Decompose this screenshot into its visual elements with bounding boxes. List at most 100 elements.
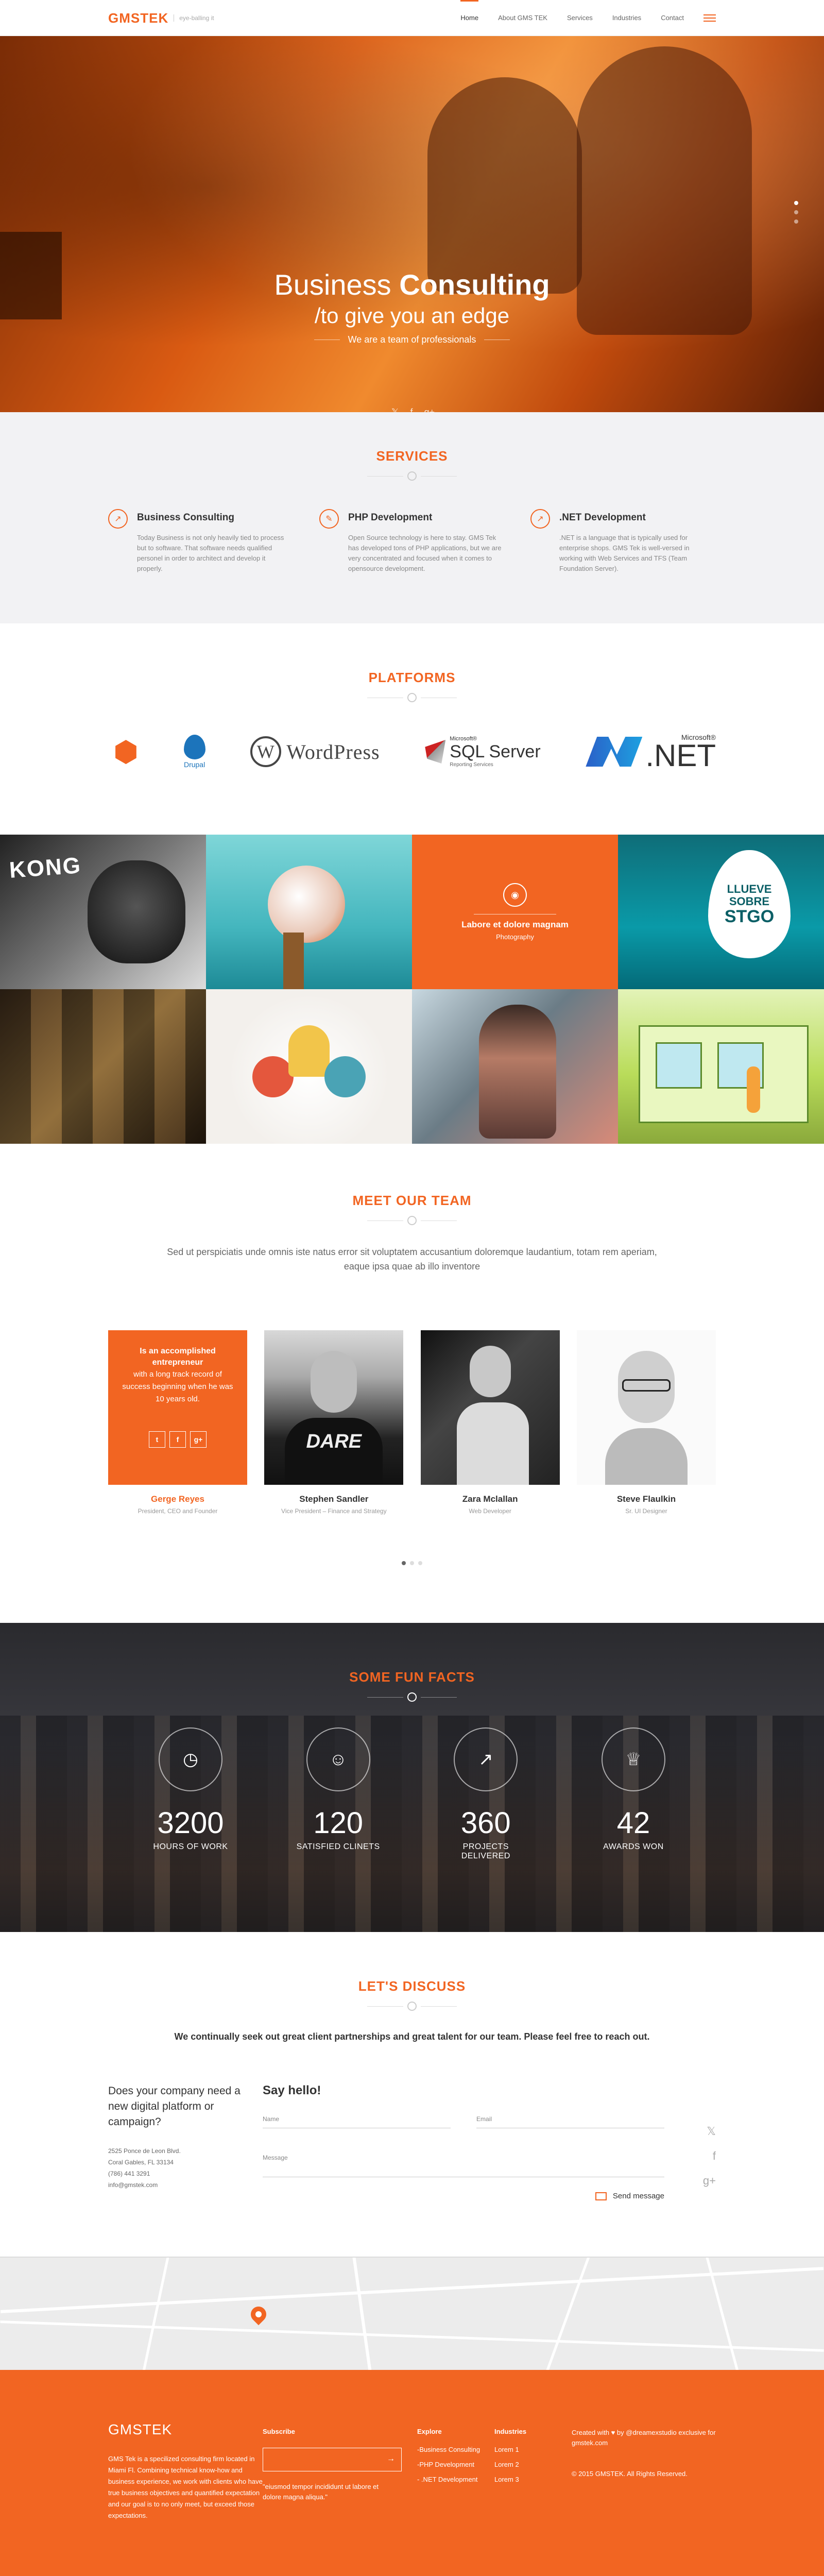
slider-dot[interactable] (794, 201, 798, 205)
pencil-icon: ✎ (319, 509, 339, 529)
fact-number: 3200 (157, 1806, 224, 1840)
member-photo (576, 1330, 716, 1485)
service-php-development[interactable]: ✎ PHP Development Open Source technology… (319, 509, 505, 574)
carousel-dot[interactable] (410, 1561, 414, 1565)
services-heading: SERVICES (376, 448, 448, 464)
nav-about[interactable]: About GMS TEK (498, 0, 547, 36)
fact-label: SATISFIED CLINETS (296, 1842, 380, 1851)
carousel-dot[interactable] (402, 1561, 406, 1565)
portrait-image (479, 1005, 556, 1139)
contact-address: 2525 Ponce de Leon Blvd. Coral Gables, F… (108, 2145, 263, 2191)
subscribe-heading: Subscribe (263, 2428, 295, 2435)
team-member[interactable]: Is an accomplished entrepreneur with a l… (108, 1330, 247, 1515)
fact-awards: ♕ 42 AWARDS WON (587, 1727, 680, 1861)
footer-logo[interactable]: GMSTEK (108, 2421, 263, 2438)
dotnet-label: .NET (645, 738, 716, 773)
phone-number[interactable]: (786) 441 3291 (108, 2170, 150, 2177)
portfolio-item-pelican[interactable] (206, 835, 412, 989)
user-icon: ☺ (306, 1727, 370, 1791)
fun-facts-section: SOME FUN FACTS ◷ 3200 HOURS OF WORK ☺ 12… (0, 1623, 824, 1932)
character-image (747, 1066, 760, 1113)
industries-heading: Industries (494, 2428, 527, 2435)
nav-services[interactable]: Services (567, 0, 593, 36)
address-line: 2525 Ponce de Leon Blvd. (108, 2147, 181, 2155)
portfolio-item-hover[interactable]: ◉ Labore et dolore magnam Photography (412, 835, 618, 989)
email-link[interactable]: info@gmstek.com (108, 2181, 158, 2189)
menu-icon[interactable] (703, 14, 716, 22)
footer-about: GMS Tek is a specilized consulting firm … (108, 2455, 263, 2519)
name-field[interactable]: Name (263, 2115, 451, 2128)
facebook-icon[interactable]: f (713, 2149, 716, 2163)
explore-heading: Explore (417, 2428, 442, 2435)
service-title: .NET Development (559, 512, 646, 523)
twitter-icon[interactable]: 𝕏 (707, 2125, 716, 2138)
location-map[interactable] (0, 2257, 824, 2370)
google-plus-icon[interactable]: g+ (703, 2174, 716, 2188)
discuss-heading: LET'S DISCUSS (358, 1978, 466, 1994)
logo[interactable]: GMSTEK (108, 10, 168, 26)
email-field[interactable]: Email (476, 2115, 664, 2128)
facebook-icon[interactable]: f (169, 1431, 186, 1448)
member-name: Gerge Reyes (151, 1494, 204, 1504)
team-member[interactable]: Steve Flaulkin Sr. UI Designer (576, 1330, 716, 1515)
footer-credit[interactable]: Created with ♥ by @dreamexstudio exclusi… (572, 2428, 716, 2448)
portfolio-item-robots[interactable] (206, 989, 412, 1144)
drop-text-3: STGO (724, 907, 775, 926)
portfolio-item-illustration[interactable] (618, 989, 824, 1144)
fact-number: 360 (460, 1806, 511, 1840)
google-plus-icon[interactable]: g+ (424, 407, 435, 412)
footer-link[interactable]: -PHP Development (417, 2461, 494, 2468)
facebook-icon[interactable]: f (410, 407, 413, 412)
eye-icon[interactable]: ◉ (503, 883, 527, 907)
footer-link[interactable]: Lorem 3 (494, 2476, 572, 2483)
portfolio-item-llueve[interactable]: LLUEVE SOBRE STGO (618, 835, 824, 989)
bio-text: with a long track record of success begi… (122, 1370, 233, 1403)
map-pin-icon[interactable] (247, 2303, 270, 2326)
nav-home[interactable]: Home (460, 0, 479, 36)
sql-server-logo: Microsoft® SQL Server Reporting Services (425, 736, 541, 768)
footer-link[interactable]: Lorem 1 (494, 2446, 572, 2453)
shirt-text: DARE (285, 1418, 383, 1485)
wordpress-label: WordPress (286, 740, 380, 764)
team-member[interactable]: DARE Stephen Sandler Vice President – Fi… (264, 1330, 404, 1515)
service-business-consulting[interactable]: ↗ Business Consulting Today Business is … (108, 509, 294, 574)
service-net-development[interactable]: ↗ .NET Development .NET is a language th… (530, 509, 716, 574)
member-bio-card: Is an accomplished entrepreneur with a l… (108, 1330, 247, 1485)
send-message-button[interactable]: Send message (263, 2192, 664, 2200)
nav-contact[interactable]: Contact (661, 0, 684, 36)
footer-link[interactable]: Lorem 2 (494, 2461, 572, 2468)
portfolio-item-kong[interactable]: KONG (0, 835, 206, 989)
pelican-image (268, 866, 345, 943)
carousel-dot[interactable] (418, 1561, 422, 1565)
footer-link[interactable]: - .NET Development (417, 2476, 494, 2483)
discuss-intro: We continually seek out great client par… (174, 2031, 650, 2042)
portfolio-item-soldiers[interactable] (0, 989, 206, 1144)
hero-person-left (427, 77, 582, 294)
nav-industries[interactable]: Industries (612, 0, 641, 36)
twitter-icon[interactable]: t (149, 1431, 165, 1448)
discuss-section: LET'S DISCUSS We continually seek out gr… (0, 1932, 824, 2257)
subscribe-input[interactable]: → (263, 2448, 402, 2471)
contact-question: Does your company need a new digital pla… (108, 2085, 241, 2128)
send-label: Send message (612, 2192, 664, 2200)
wordpress-icon: W (250, 736, 282, 767)
gear-icon (407, 471, 417, 481)
twitter-icon[interactable]: 𝕏 (391, 407, 399, 412)
member-role: Sr. UI Designer (625, 1507, 667, 1515)
arrow-right-icon[interactable]: → (387, 2454, 395, 2464)
site-footer: GMSTEK GMS Tek is a specilized consultin… (0, 2370, 824, 2576)
google-plus-icon[interactable]: g+ (190, 1431, 207, 1448)
slider-dot[interactable] (794, 210, 798, 214)
footer-link[interactable]: -Business Consulting (417, 2446, 494, 2453)
service-text: .NET is a language that is typically use… (559, 534, 690, 572)
bio-bold: Is an accomplished entrepreneur (140, 1347, 216, 1367)
message-field[interactable]: Message (263, 2154, 664, 2177)
team-member[interactable]: Zara Mclallan Web Developer (420, 1330, 560, 1515)
member-photo: DARE (264, 1330, 404, 1485)
platforms-heading: PLATFORMS (368, 670, 456, 685)
magento-logo: ⬢ (113, 735, 139, 768)
slider-dot[interactable] (794, 219, 798, 224)
team-carousel-dots (108, 1561, 716, 1565)
portfolio-item-portrait[interactable] (412, 989, 618, 1144)
service-text: Today Business is not only heavily tied … (137, 534, 284, 572)
